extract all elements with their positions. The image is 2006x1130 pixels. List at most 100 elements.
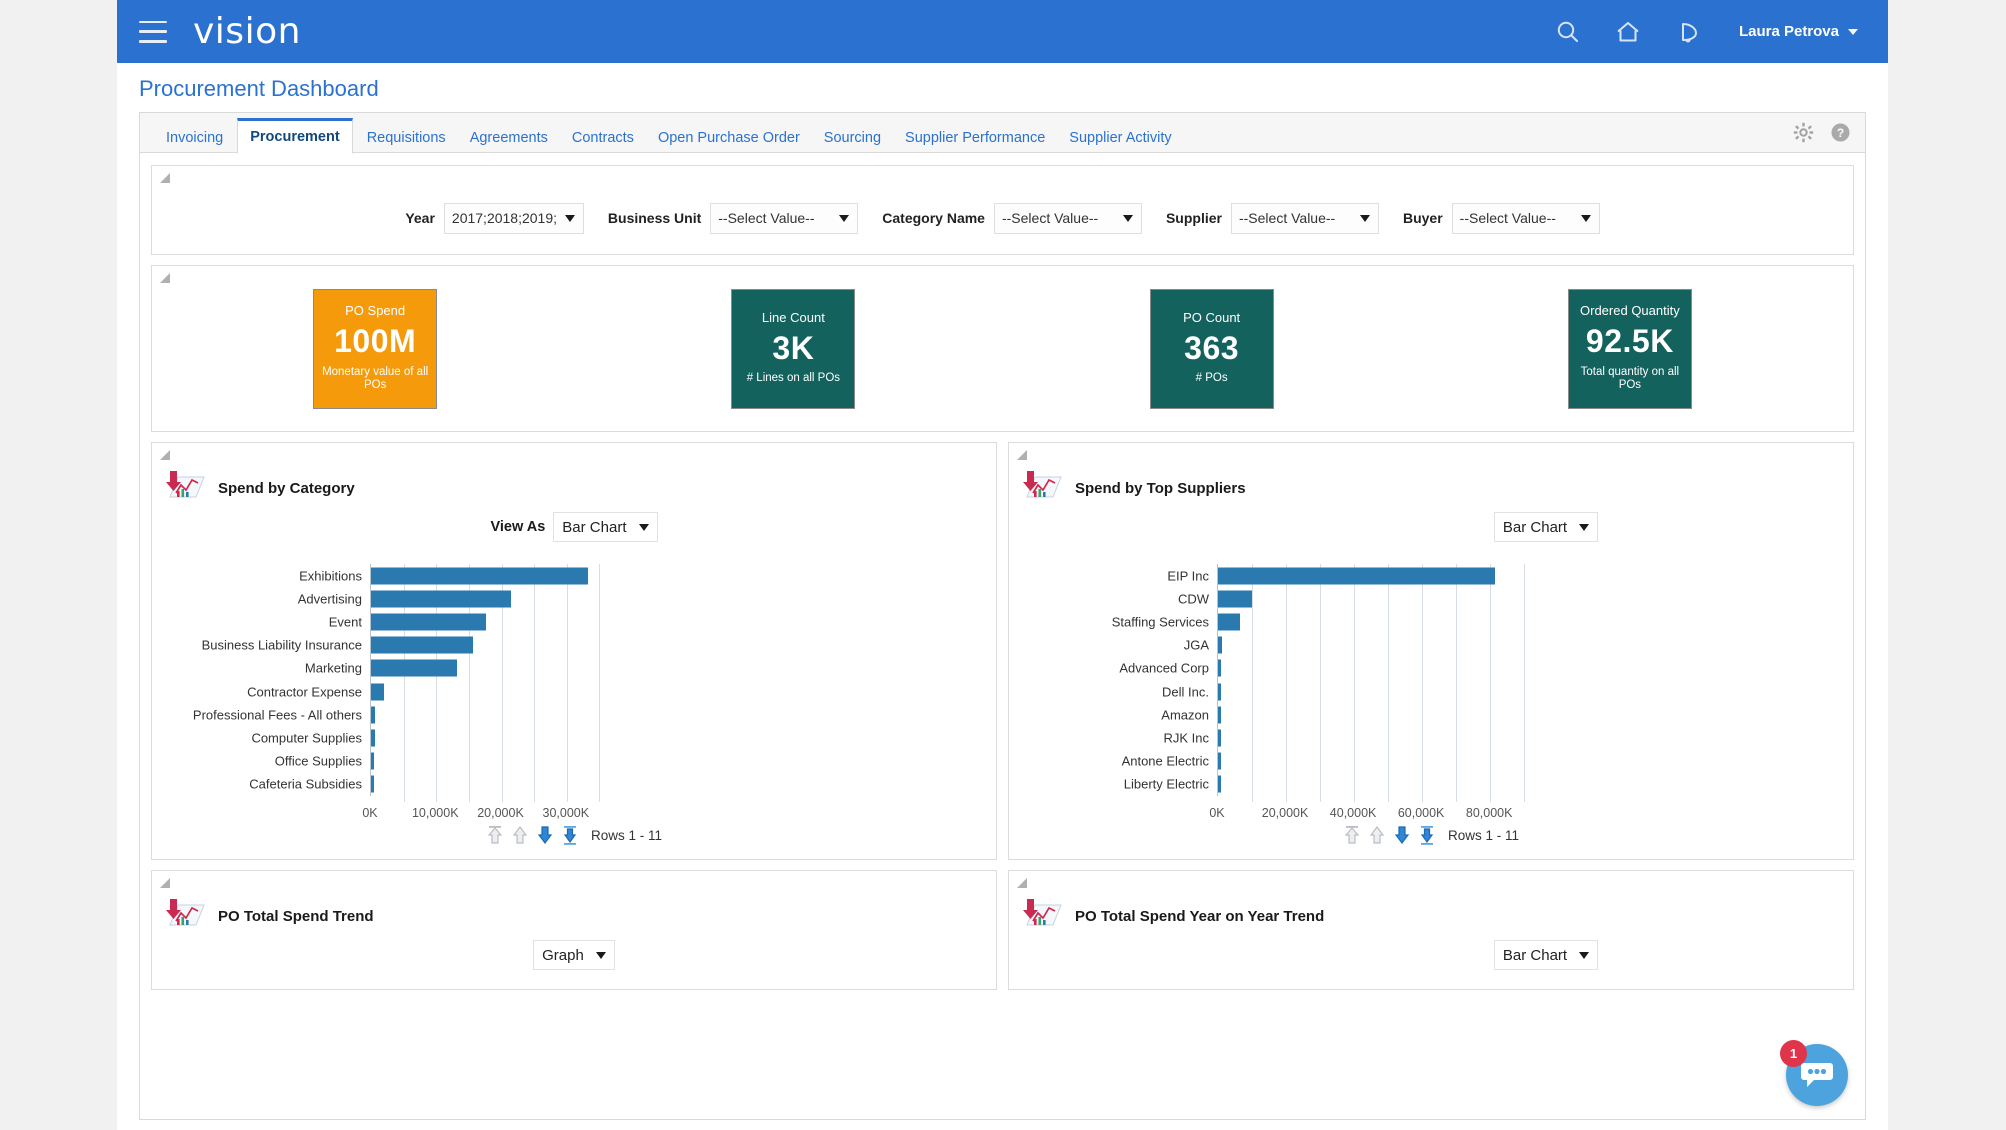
page-title: Procurement Dashboard [117, 63, 1888, 112]
bar[interactable] [1218, 613, 1241, 631]
report-title: PO Total Spend Trend [218, 907, 374, 925]
collapse-handle-icon[interactable] [159, 172, 171, 184]
chat-unread-badge: 1 [1780, 1040, 1807, 1067]
view-as-select[interactable]: Bar Chart [1493, 940, 1599, 970]
chevron-down-icon [564, 214, 575, 222]
user-menu[interactable]: Laura Petrova [1739, 23, 1858, 40]
tab-procurement[interactable]: Procurement [237, 117, 353, 154]
first-page-icon[interactable] [486, 825, 504, 845]
next-page-icon[interactable] [1393, 825, 1411, 845]
tab-agreements[interactable]: Agreements [458, 121, 560, 155]
gridline [566, 564, 568, 802]
brand-logo: vision [193, 11, 301, 52]
tab-contracts[interactable]: Contracts [560, 121, 646, 155]
kpi-tile-line-count[interactable]: Line Count 3K # Lines on all POs [731, 288, 856, 409]
bar[interactable] [371, 729, 375, 747]
rows-indicator: Rows 1 - 11 [590, 827, 663, 843]
category-label: Office Supplies [274, 753, 362, 769]
chevron-down-icon [1579, 523, 1590, 531]
kpi-tile-po-count[interactable]: PO Count 363 # POs [1149, 288, 1274, 409]
filter-buyer: Buyer --Select Value-- [1379, 202, 1600, 234]
view-as-select[interactable]: Graph [533, 940, 615, 970]
filter-select-buyer[interactable]: --Select Value-- [1451, 202, 1600, 234]
report-header: PO Total Spend Year on Year Trend [1009, 871, 1853, 935]
chevron-down-icon [1122, 214, 1133, 222]
bar[interactable] [371, 659, 458, 677]
kpi-title: PO Count [1183, 309, 1241, 325]
collapse-handle-icon[interactable] [159, 877, 171, 889]
previous-page-icon[interactable] [511, 825, 529, 845]
bar[interactable] [371, 613, 486, 631]
bar[interactable] [371, 683, 385, 701]
spend-by-top-suppliers-panel: Spend by Top Suppliers Bar Chart EIP Inc… [1008, 442, 1854, 860]
bar[interactable] [371, 775, 374, 793]
category-label: CDW [1177, 591, 1209, 607]
gear-icon[interactable] [1793, 122, 1814, 143]
category-label: Professional Fees - All others [192, 707, 362, 723]
gridline [1490, 564, 1492, 802]
tab-open-purchase-order[interactable]: Open Purchase Order [646, 121, 812, 155]
tab-supplier-activity[interactable]: Supplier Activity [1057, 121, 1183, 155]
tab-requisitions[interactable]: Requisitions [355, 121, 458, 155]
next-page-icon[interactable] [536, 825, 554, 845]
tab-sourcing[interactable]: Sourcing [812, 121, 893, 155]
filter-value: --Select Value-- [1001, 210, 1099, 226]
bar[interactable] [1218, 706, 1221, 724]
search-icon[interactable] [1553, 17, 1583, 47]
gridline [534, 564, 536, 802]
kpi-tile-po-spend[interactable]: PO Spend 100M Monetary value of all POs [313, 288, 438, 409]
first-page-icon[interactable] [1343, 825, 1361, 845]
collapse-handle-icon[interactable] [1016, 449, 1028, 461]
collapse-handle-icon[interactable] [1016, 877, 1028, 889]
category-label: Business Liability Insurance [201, 637, 362, 653]
bar[interactable] [1218, 636, 1223, 654]
bar[interactable] [371, 706, 375, 724]
collapse-handle-icon[interactable] [159, 449, 171, 461]
filter-value: --Select Value-- [718, 210, 815, 226]
bar[interactable] [371, 590, 511, 608]
tab-invoicing[interactable]: Invoicing [154, 121, 235, 155]
gridline [1252, 564, 1254, 802]
last-page-icon[interactable] [1418, 825, 1436, 845]
view-as-control: Graph [152, 940, 996, 970]
view-as-select[interactable]: Bar Chart [553, 512, 658, 542]
filter-select-supplier[interactable]: --Select Value-- [1230, 202, 1379, 234]
bar[interactable] [1218, 752, 1221, 770]
kpi-tile-ordered-quantity[interactable]: Ordered Quantity 92.5K Total quantity on a… [1567, 288, 1692, 409]
axis-tick-label: 60,000K [1397, 806, 1445, 820]
tab-strip: Invoicing Procurement Requisitions Agreemen… [139, 112, 1866, 155]
view-as-select[interactable]: Bar Chart [1493, 512, 1599, 542]
hamburger-icon[interactable] [139, 20, 167, 43]
bell-icon[interactable] [1673, 17, 1703, 47]
bar[interactable] [1218, 683, 1221, 701]
report-header: Spend by Category [152, 443, 996, 507]
spend-by-category-panel: Spend by Category View As Bar Chart Exhi… [151, 442, 997, 860]
gridline [1422, 564, 1424, 802]
report-chart-icon [164, 469, 206, 507]
bar[interactable] [1218, 567, 1496, 585]
help-icon[interactable]: ? [1830, 122, 1851, 143]
previous-page-icon[interactable] [1368, 825, 1386, 845]
bar[interactable] [1218, 659, 1222, 677]
bar[interactable] [1218, 775, 1221, 793]
tab-supplier-performance[interactable]: Supplier Performance [893, 121, 1057, 155]
filter-select-business-unit[interactable]: --Select Value-- [710, 202, 859, 234]
last-page-icon[interactable] [561, 825, 579, 845]
collapse-handle-icon[interactable] [159, 272, 171, 284]
filter-select-year[interactable]: 2017;2018;2019;2 [443, 202, 584, 234]
filter-select-category-name[interactable]: --Select Value-- [993, 202, 1142, 234]
bar[interactable] [1218, 729, 1221, 747]
bar[interactable] [371, 567, 588, 585]
chat-bubble-icon[interactable]: 1 [1780, 1040, 1848, 1106]
bar[interactable] [371, 752, 375, 770]
view-as-value: Graph [542, 946, 584, 964]
axis-tick-label: 30,000K [542, 806, 590, 820]
kpi-slot: PO Spend 100M Monetary value of all POs [166, 288, 584, 409]
home-icon[interactable] [1613, 17, 1643, 47]
view-as-control: Bar Chart [1009, 512, 1853, 542]
filter-category-name: Category Name --Select Value-- [858, 202, 1142, 234]
bar[interactable] [1218, 590, 1253, 608]
report-header: PO Total Spend Trend [152, 871, 996, 935]
bar[interactable] [371, 636, 474, 654]
axis-tick-label: 20,000K [477, 806, 524, 820]
